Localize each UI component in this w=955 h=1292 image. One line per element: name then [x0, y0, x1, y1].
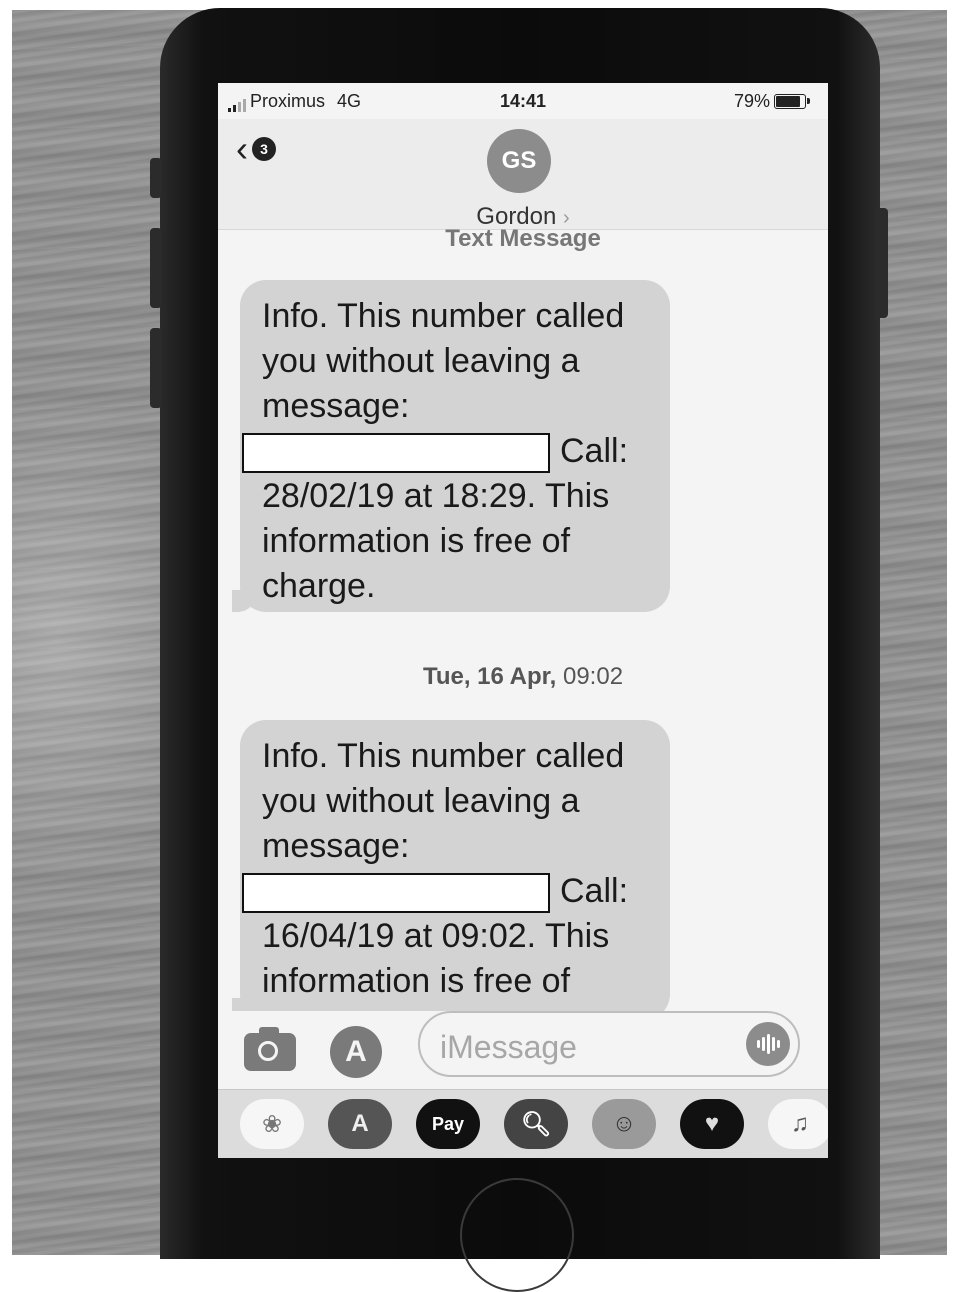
message-line: 28/02/19 at 18:29. This	[262, 477, 610, 515]
message-line: information is free of	[262, 962, 571, 1000]
status-bar: Proximus 4G 14:41 79%	[218, 89, 828, 113]
battery-icon	[774, 94, 810, 109]
conversation-header: ‹ 3 GS Gordon ›	[218, 119, 828, 230]
app-store-icon[interactable]: A	[330, 1026, 382, 1078]
photos-icon[interactable]: ❀	[240, 1099, 304, 1149]
message-bubble[interactable]: Info. This number called you without lea…	[232, 720, 670, 1020]
message-line: you without leaving a	[262, 782, 580, 820]
apple-pay-icon[interactable]: Pay	[416, 1099, 480, 1149]
memoji-icon[interactable]: ☺	[592, 1099, 656, 1149]
message-line: charge.	[262, 567, 376, 605]
battery-status: 79%	[733, 91, 810, 112]
volume-up-button	[150, 228, 162, 308]
message-line-with-redaction: Call:	[242, 869, 652, 914]
message-line: message:	[262, 827, 410, 865]
message-line: Info. This number called	[262, 737, 625, 775]
message-bubble[interactable]: Info. This number called you without lea…	[232, 280, 670, 612]
apple-pay-label: Pay	[431, 1113, 465, 1134]
message-line-with-redaction: Call:	[242, 429, 652, 474]
imessage-input[interactable]: iMessage	[418, 1011, 800, 1077]
camera-icon[interactable]	[244, 1027, 296, 1071]
app-drawer: ❀ A Pay 🔍︎ ☺ ♥ ♫	[218, 1089, 828, 1158]
timestamp-day: Tue, 16 Apr,	[422, 663, 557, 690]
message-line: message:	[262, 387, 410, 425]
service-label: Text Message	[445, 225, 601, 252]
message-line: 16/04/19 at 09:02. This	[262, 917, 610, 955]
web-search-icon[interactable]: 🔍︎	[504, 1099, 568, 1149]
message-line: you without leaving a	[262, 342, 580, 380]
unread-count-badge: 3	[252, 137, 276, 161]
message-call-label: Call:	[560, 432, 629, 470]
message-composer: A iMessage	[218, 1011, 828, 1089]
timestamp-time: 09:02	[562, 663, 624, 690]
message-call-label: Call:	[560, 872, 629, 910]
back-button[interactable]: ‹ 3	[236, 131, 276, 167]
audio-waveform-icon[interactable]	[746, 1022, 790, 1066]
message-timestamp: Tue, 16 Apr, 09:02	[218, 663, 828, 691]
message-line: information is free of	[262, 522, 571, 560]
phone-screen: Proximus 4G 14:41 79% ‹ 3 GS Gordon › Te…	[218, 83, 828, 1158]
home-button[interactable]	[460, 1178, 574, 1292]
back-chevron-icon: ‹	[236, 128, 248, 169]
message-line: Info. This number called	[262, 297, 625, 335]
input-placeholder: iMessage	[440, 1029, 577, 1065]
redacted-phone-number	[242, 873, 550, 914]
redacted-phone-number	[242, 433, 550, 474]
volume-down-button	[150, 328, 162, 408]
music-icon[interactable]: ♫	[768, 1099, 828, 1149]
battery-percent: 79%	[733, 91, 770, 111]
app-store-icon[interactable]: A	[328, 1099, 392, 1149]
power-button	[876, 208, 888, 318]
contact-avatar[interactable]: GS	[487, 129, 551, 193]
digital-touch-icon[interactable]: ♥	[680, 1099, 744, 1149]
mute-switch	[150, 158, 162, 198]
